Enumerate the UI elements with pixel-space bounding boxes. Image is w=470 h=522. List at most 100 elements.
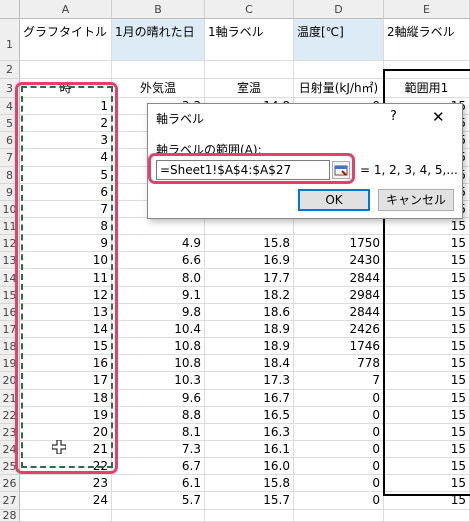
cell-e23[interactable]: 15	[384, 423, 470, 441]
cell-d26[interactable]: 0	[294, 475, 384, 493]
cell-a11[interactable]: 8	[20, 218, 112, 236]
cell-a28[interactable]	[20, 509, 112, 522]
cell-d3[interactable]: 日射量(kJ/h㎡)	[294, 79, 384, 98]
cell-b27[interactable]: 5.7	[112, 492, 205, 510]
row-header[interactable]: 26	[0, 475, 20, 493]
cell-e16[interactable]: 15	[384, 303, 470, 321]
row-header[interactable]: 12	[0, 235, 20, 253]
cell-a13[interactable]: 10	[20, 252, 112, 270]
cell-b11[interactable]	[112, 218, 205, 236]
cell-b20[interactable]: 10.3	[112, 372, 205, 390]
cell-c14[interactable]: 17.7	[205, 269, 294, 287]
cell-c25[interactable]: 16.0	[205, 458, 294, 476]
cell-c16[interactable]: 18.6	[205, 303, 294, 321]
cell-a2[interactable]	[20, 61, 112, 79]
cell-e2[interactable]	[384, 61, 470, 79]
cell-d12[interactable]: 1750	[294, 235, 384, 253]
cell-c26[interactable]: 15.8	[205, 475, 294, 493]
cell-e13[interactable]: 15	[384, 252, 470, 270]
cell-a23[interactable]: 20	[20, 423, 112, 441]
row-header[interactable]: 2	[0, 61, 20, 79]
cell-c20[interactable]: 17.3	[205, 372, 294, 390]
cell-d19[interactable]: 778	[294, 355, 384, 373]
cell-a27[interactable]: 24	[20, 492, 112, 510]
cell-e28[interactable]	[384, 509, 470, 522]
cell-c2[interactable]	[205, 61, 294, 79]
row-header[interactable]: 3	[0, 79, 20, 98]
column-header-c[interactable]: C	[205, 0, 294, 19]
row-header[interactable]: 13	[0, 252, 20, 270]
cell-a12[interactable]: 9	[20, 235, 112, 253]
row-header[interactable]: 10	[0, 200, 20, 219]
cell-b14[interactable]: 8.0	[112, 269, 205, 287]
cell-b13[interactable]: 6.6	[112, 252, 205, 270]
cell-d20[interactable]: 7	[294, 372, 384, 390]
cell-a9[interactable]: 6	[20, 183, 112, 201]
row-header[interactable]: 16	[0, 303, 20, 321]
cell-d24[interactable]: 0	[294, 441, 384, 459]
cell-c22[interactable]: 16.5	[205, 406, 294, 424]
row-header[interactable]: 21	[0, 389, 20, 407]
cell-b22[interactable]: 8.8	[112, 406, 205, 424]
cell-b28[interactable]	[112, 509, 205, 522]
cell-d21[interactable]: 0	[294, 389, 384, 407]
cell-a6[interactable]: 3	[20, 132, 112, 150]
cell-a22[interactable]: 19	[20, 406, 112, 424]
cell-d15[interactable]: 2984	[294, 286, 384, 304]
cell-b12[interactable]: 4.9	[112, 235, 205, 253]
cell-a16[interactable]: 13	[20, 303, 112, 321]
row-header[interactable]: 7	[0, 149, 20, 167]
cell-c18[interactable]: 18.9	[205, 338, 294, 356]
cell-d11[interactable]	[294, 218, 384, 236]
cell-e12[interactable]: 15	[384, 235, 470, 253]
row-header[interactable]: 23	[0, 423, 20, 441]
row-header[interactable]: 25	[0, 458, 20, 476]
cell-a20[interactable]: 17	[20, 372, 112, 390]
cell-a19[interactable]: 16	[20, 355, 112, 373]
cell-e25[interactable]: 15	[384, 458, 470, 476]
cell-c15[interactable]: 18.2	[205, 286, 294, 304]
cell-b15[interactable]: 9.1	[112, 286, 205, 304]
cell-c1[interactable]: 1軸ラベル	[205, 19, 294, 61]
column-header-e[interactable]: E	[384, 0, 470, 19]
cell-c3[interactable]: 室温	[205, 79, 294, 98]
cell-e20[interactable]: 15	[384, 372, 470, 390]
cell-a26[interactable]: 23	[20, 475, 112, 493]
row-header[interactable]: 22	[0, 406, 20, 424]
cell-a3[interactable]: 時	[20, 79, 112, 98]
cell-d14[interactable]: 2844	[294, 269, 384, 287]
cell-a18[interactable]: 15	[20, 338, 112, 356]
cancel-button[interactable]: キャンセル	[378, 189, 454, 211]
cell-d22[interactable]: 0	[294, 406, 384, 424]
row-header[interactable]: 24	[0, 441, 20, 459]
cell-c13[interactable]: 16.9	[205, 252, 294, 270]
row-header[interactable]: 18	[0, 338, 20, 356]
cell-b26[interactable]: 6.1	[112, 475, 205, 493]
cell-b24[interactable]: 7.3	[112, 441, 205, 459]
row-header[interactable]: 28	[0, 509, 20, 522]
cell-c11[interactable]	[205, 218, 294, 236]
cell-b16[interactable]: 9.8	[112, 303, 205, 321]
cell-e19[interactable]: 15	[384, 355, 470, 373]
cell-e1[interactable]: 2軸縦ラベル	[384, 19, 470, 61]
axis-range-input[interactable]: =Sheet1!$A$4:$A$27	[156, 160, 330, 180]
cell-d13[interactable]: 2430	[294, 252, 384, 270]
cell-e11[interactable]: 15	[384, 218, 470, 236]
cell-e24[interactable]: 15	[384, 441, 470, 459]
row-header[interactable]: 1	[0, 19, 20, 61]
cell-e18[interactable]: 15	[384, 338, 470, 356]
range-select-button[interactable]	[332, 161, 350, 179]
cell-e26[interactable]: 15	[384, 475, 470, 493]
cell-b18[interactable]: 10.8	[112, 338, 205, 356]
cell-d2[interactable]	[294, 61, 384, 79]
cell-c19[interactable]: 18.4	[205, 355, 294, 373]
cell-a17[interactable]: 14	[20, 320, 112, 339]
cell-b17[interactable]: 10.4	[112, 320, 205, 339]
cell-b25[interactable]: 6.7	[112, 458, 205, 476]
row-header[interactable]: 14	[0, 269, 20, 287]
cell-a25[interactable]: 22	[20, 458, 112, 476]
cell-d23[interactable]: 0	[294, 423, 384, 441]
cell-a8[interactable]: 5	[20, 166, 112, 184]
row-header[interactable]: 15	[0, 286, 20, 304]
column-header-a[interactable]: A	[20, 0, 112, 19]
